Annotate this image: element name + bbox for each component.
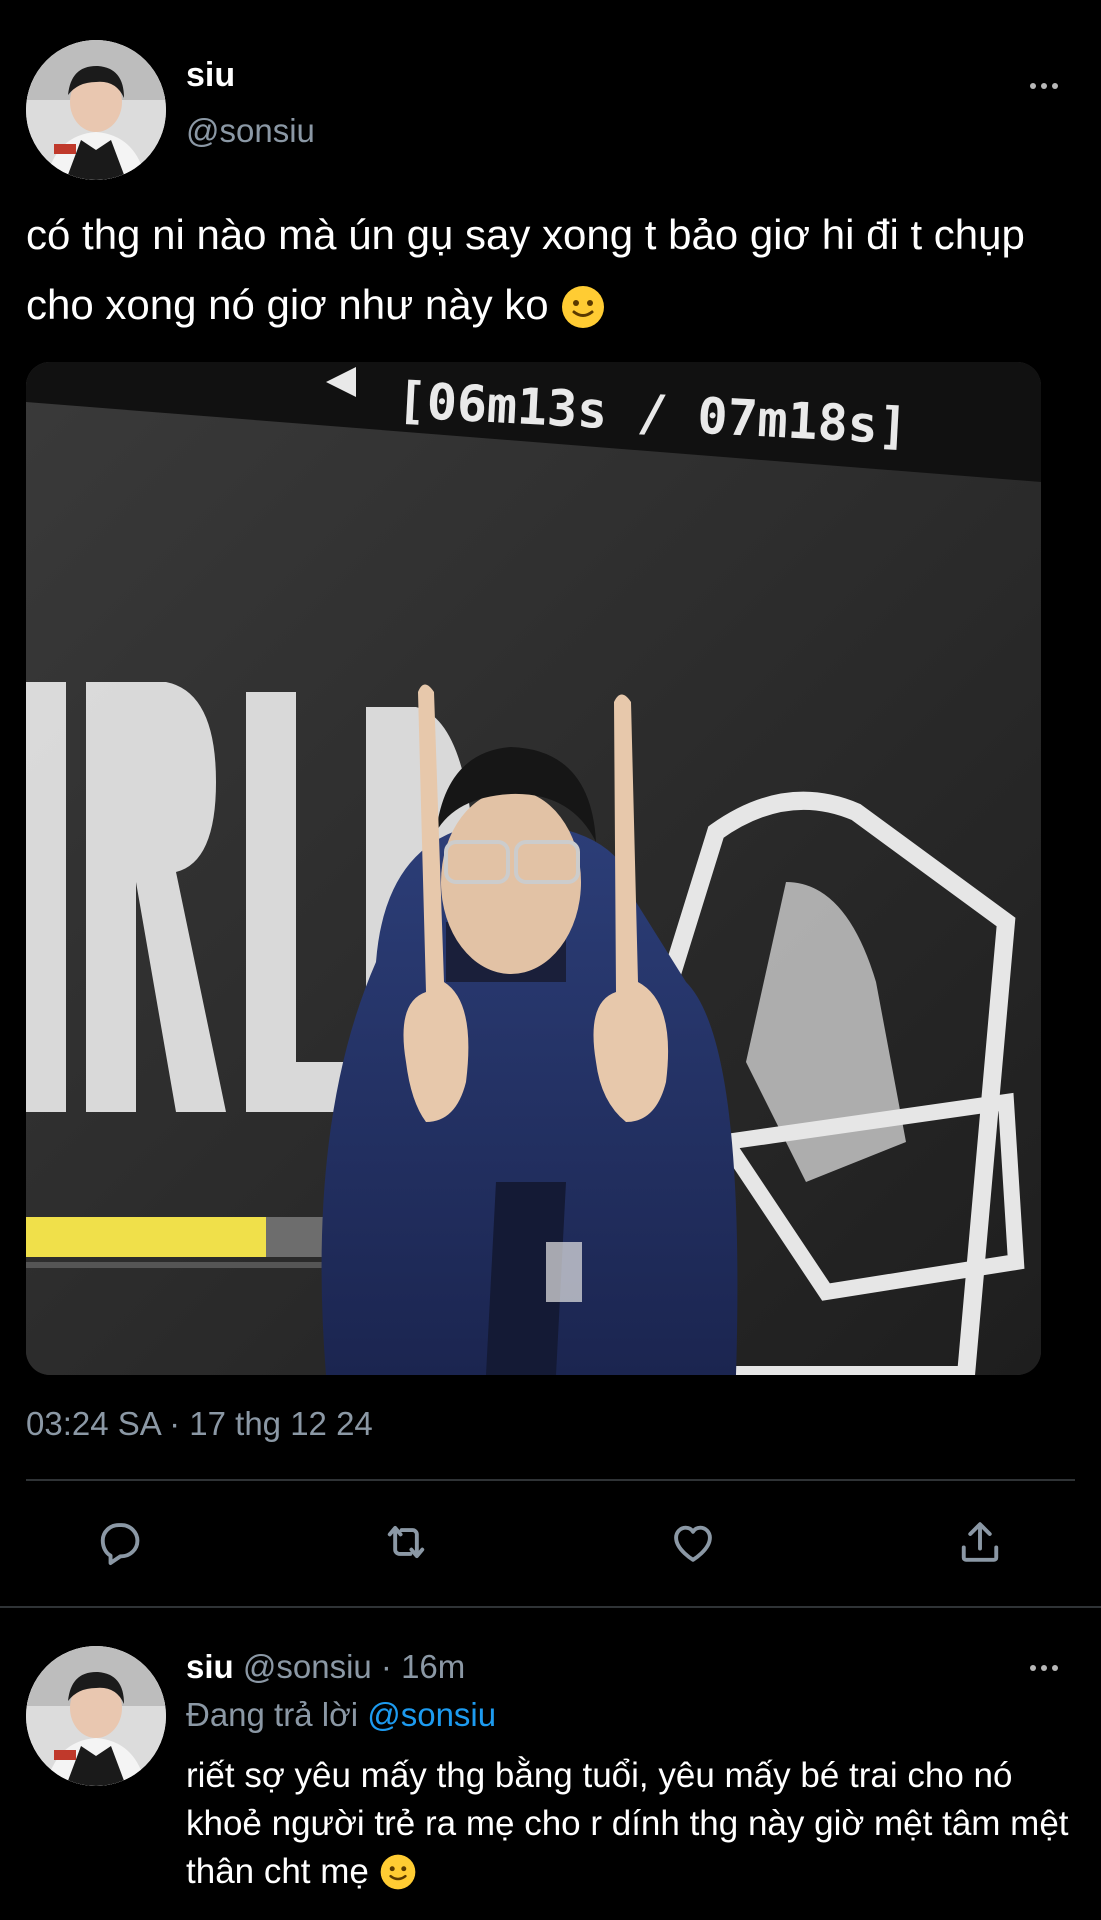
more-dot bbox=[1041, 1665, 1047, 1671]
more-options-button[interactable] bbox=[1022, 74, 1066, 98]
reply-icon bbox=[100, 1523, 140, 1565]
reply-text: riết sợ yêu mấy thg bằng tuổi, yêu mấy b… bbox=[186, 1752, 1081, 1898]
reply-header: siu @sonsiu · 16m bbox=[186, 1648, 465, 1686]
more-dot bbox=[1030, 83, 1036, 89]
like-button[interactable] bbox=[663, 1512, 723, 1572]
more-dot bbox=[1041, 83, 1047, 89]
like-icon bbox=[674, 1525, 712, 1562]
author-handle[interactable]: @sonsiu bbox=[186, 112, 315, 150]
reply-text-body: riết sợ yêu mấy thg bằng tuổi, yêu mấy b… bbox=[186, 1756, 1079, 1891]
retweet-icon bbox=[387, 1525, 425, 1559]
tweet-text: có thg ni nào mà ún gụ say xong t bảo gi… bbox=[26, 200, 1076, 343]
reply-author-avatar[interactable] bbox=[26, 1646, 166, 1786]
more-dot bbox=[1030, 1665, 1036, 1671]
reply-button[interactable] bbox=[89, 1512, 149, 1572]
tweet-media-photo[interactable]: [06m13s / 07m18s] bbox=[26, 362, 1041, 1375]
share-icon bbox=[961, 1522, 999, 1562]
author-avatar[interactable] bbox=[26, 40, 166, 180]
author-name[interactable]: siu bbox=[186, 56, 235, 95]
retweet-button[interactable] bbox=[376, 1512, 436, 1572]
photo-illustration: [06m13s / 07m18s] bbox=[26, 362, 1041, 1375]
replying-prefix: Đang trả lời bbox=[186, 1696, 359, 1733]
section-divider bbox=[0, 1606, 1101, 1608]
more-dot bbox=[1052, 83, 1058, 89]
reply-age[interactable]: · 16m bbox=[381, 1648, 465, 1685]
tweet-text-body: có thg ni nào mà ún gụ say xong t bảo gi… bbox=[26, 211, 1037, 328]
slightly-smiling-face-icon bbox=[379, 1850, 417, 1898]
divider bbox=[26, 1479, 1075, 1481]
replying-to-link[interactable]: @sonsiu bbox=[367, 1696, 496, 1733]
reply-author-name[interactable]: siu bbox=[186, 1648, 234, 1685]
slightly-smiling-face-icon bbox=[560, 273, 606, 343]
share-button[interactable] bbox=[950, 1512, 1010, 1572]
reply-author-handle[interactable]: @sonsiu bbox=[243, 1648, 372, 1685]
more-dot bbox=[1052, 1665, 1058, 1671]
reply-more-options-button[interactable] bbox=[1022, 1656, 1066, 1680]
replying-to: Đang trả lời @sonsiu bbox=[186, 1696, 496, 1734]
tweet-timestamp[interactable]: 03:24 SA · 17 thg 12 24 bbox=[26, 1405, 373, 1443]
